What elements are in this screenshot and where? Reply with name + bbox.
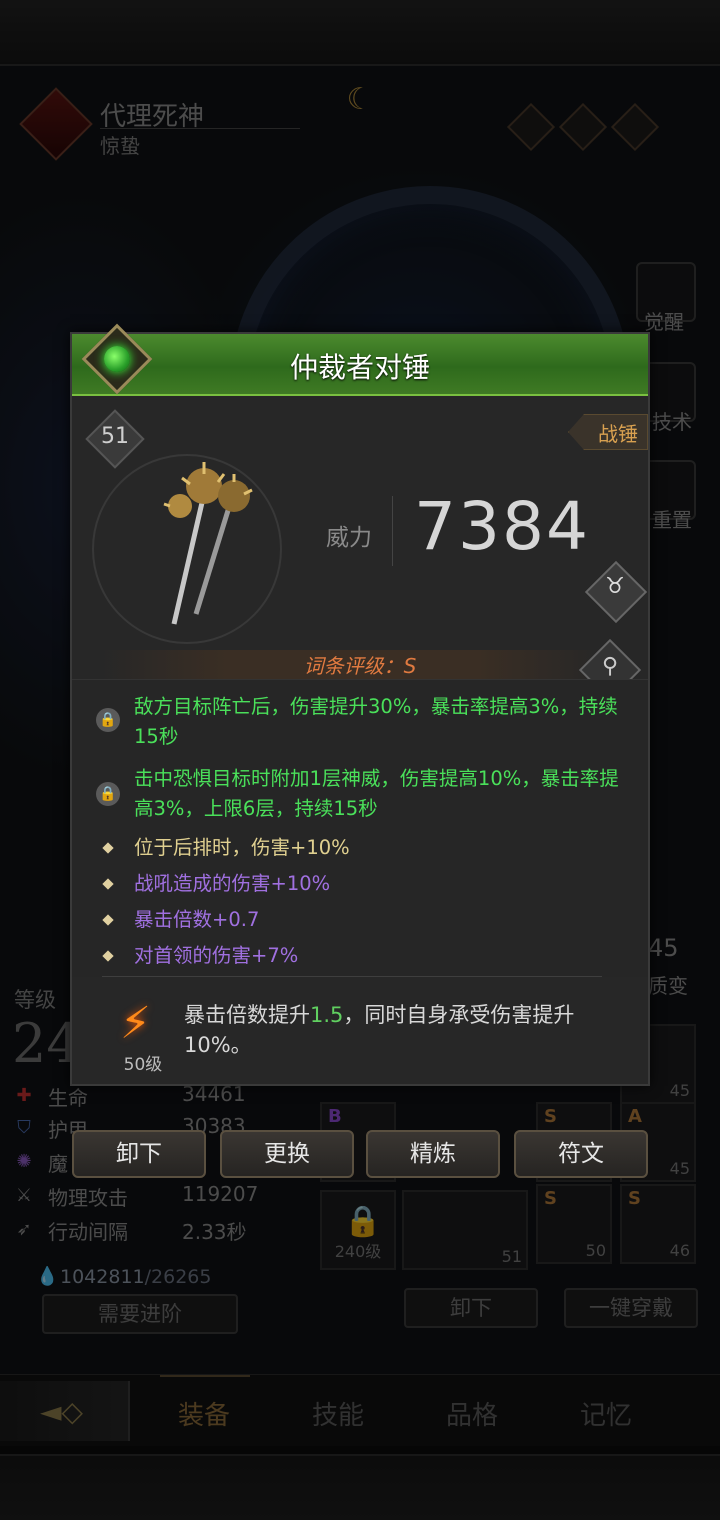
refine-button[interactable]: 精炼 — [366, 1130, 500, 1178]
affix-text: 暴击倍数+0.7 — [134, 908, 260, 931]
affix-text: 位于后排时，伤害+10% — [134, 836, 350, 859]
affix-text: 战吼造成的伤害+10% — [134, 872, 331, 895]
item-title-bar: 仲裁者对锤 — [72, 334, 648, 396]
special-effect-text: 暴击倍数提升1.5，同时自身承受伤害提升10%。 — [184, 1003, 575, 1057]
bullet-diamond-icon — [102, 950, 114, 962]
horned-helmet-icon: ♉ — [605, 574, 625, 599]
rarity-gem-icon — [81, 323, 153, 395]
affix-grade: 词条评级：S — [303, 654, 417, 678]
item-name: 仲裁者对锤 — [289, 351, 430, 384]
section-divider — [102, 976, 602, 977]
magnifier-icon: ⚲ — [601, 654, 619, 679]
bullet-diamond-icon — [102, 878, 114, 890]
power-value: 7384 — [414, 488, 590, 565]
twin-mace-icon — [163, 462, 253, 625]
power-label: 威力 — [326, 525, 372, 551]
special-highlight-value: 1.5 — [310, 1003, 344, 1027]
bullet-diamond-icon — [102, 842, 114, 854]
unequip-button[interactable]: 卸下 — [72, 1130, 206, 1178]
rune-button[interactable]: 符文 — [514, 1130, 648, 1178]
item-type: 战锤 — [598, 422, 638, 446]
lock-icon: 🔒 — [96, 782, 120, 806]
affix-text: 敌方目标阵亡后，伤害提升30%，暴击率提高3%，持续15秒 — [134, 695, 618, 748]
affix-list: 🔒 敌方目标阵亡后，伤害提升30%，暴击率提高3%，持续15秒 🔒 击中恐惧目标… — [72, 679, 648, 977]
replace-button[interactable]: 更换 — [220, 1130, 354, 1178]
power-divider — [392, 496, 393, 566]
affix-text: 对首领的伤害+7% — [134, 944, 299, 967]
bullet-diamond-icon — [102, 914, 114, 926]
lock-icon: 🔒 — [96, 708, 120, 732]
affix-text: 击中恐惧目标时附加1层神威，伤害提高10%，暴击率提高3%，上限6层，持续15秒 — [134, 767, 619, 820]
item-detail-panel: 仲裁者对锤 51 战锤 威力 7384 ♉ 词条评级：S ⚲ 🔒 敌方目标阵亡后… — [70, 323, 650, 1086]
special-effect-level: 50级 — [123, 1055, 163, 1075]
